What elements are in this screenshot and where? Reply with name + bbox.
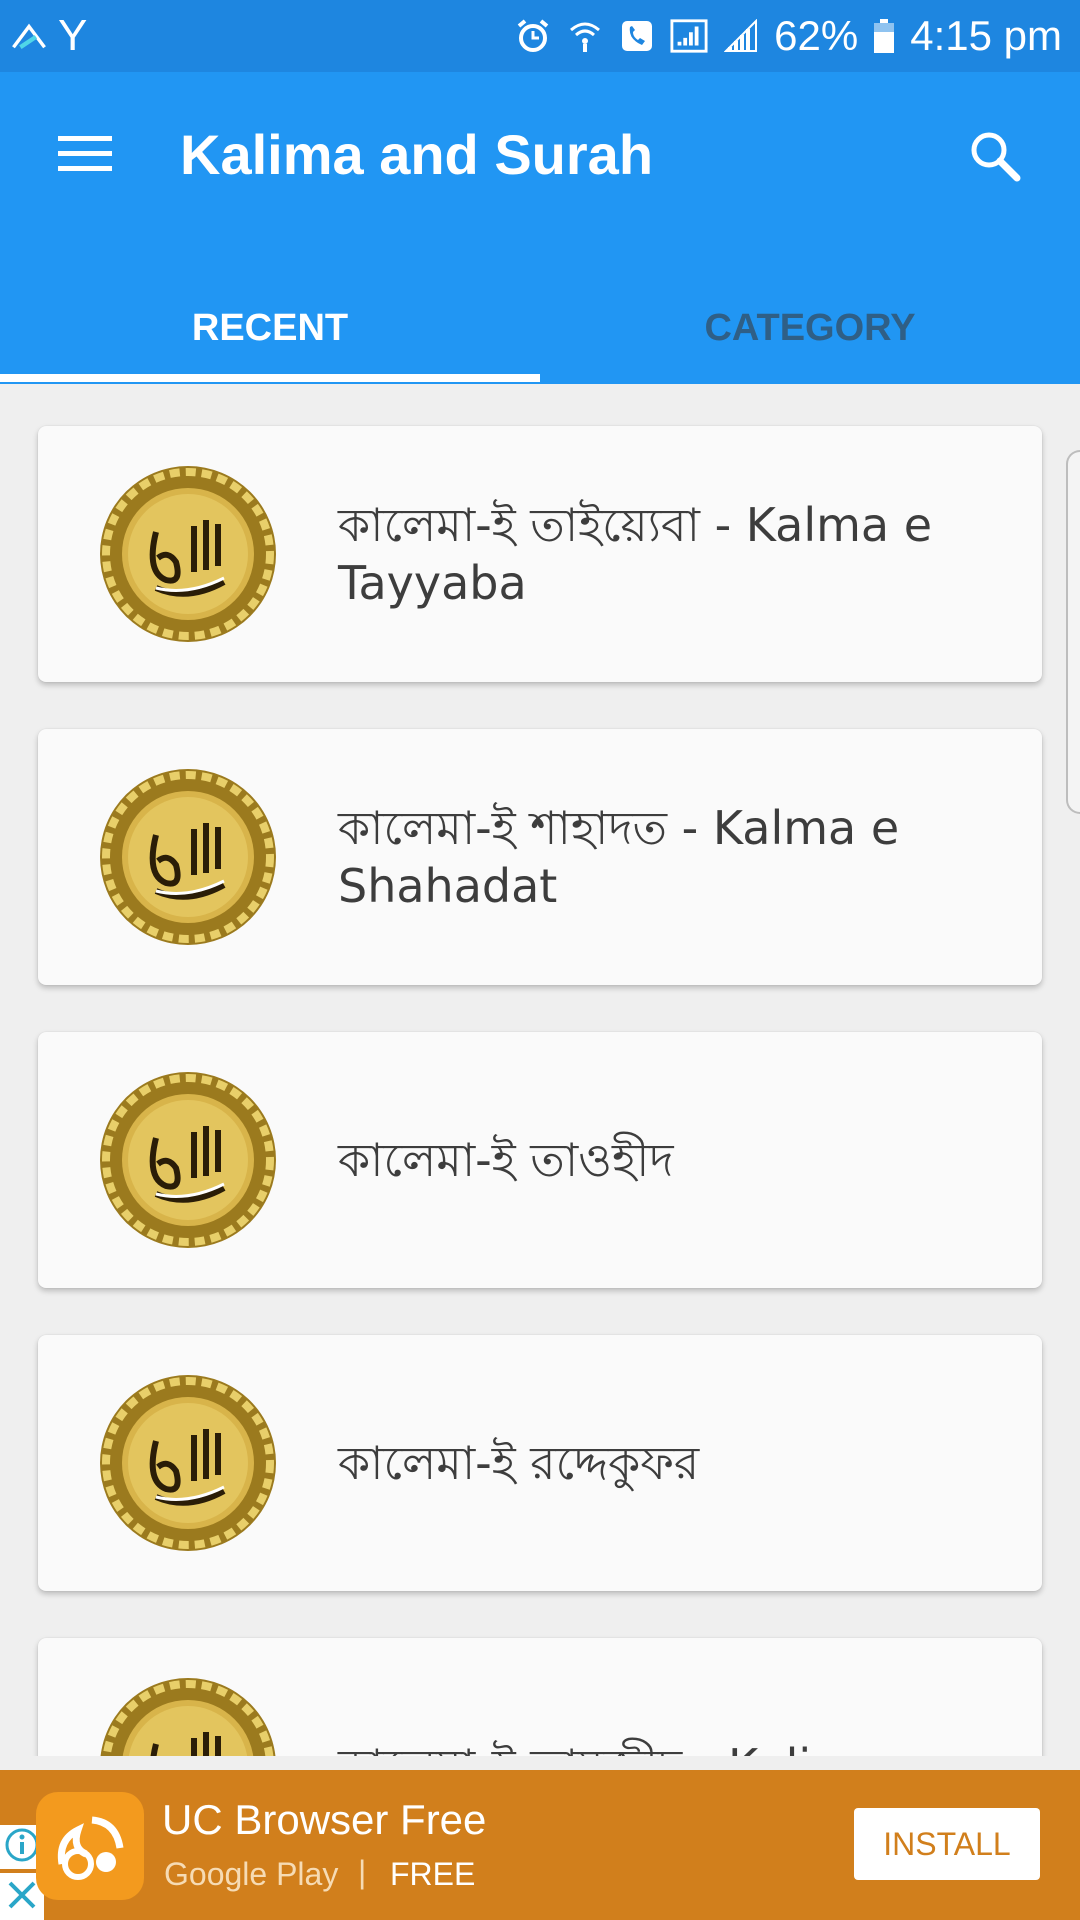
info-icon (4, 1827, 40, 1867)
kalima-medallion-icon (96, 765, 280, 949)
wifi-call-icon (566, 17, 604, 55)
phone-call-icon (618, 17, 656, 55)
item-title: কালেমা-ই রদ্দেকুফর (338, 1436, 700, 1490)
battery-icon (872, 17, 896, 55)
signal-bars-icon (722, 17, 760, 55)
list-item[interactable]: কালেমা-ই রদ্দেকুফর (38, 1335, 1042, 1591)
ad-store-label: Google Play (164, 1856, 339, 1892)
search-button[interactable] (955, 120, 1035, 196)
tab-category[interactable]: CATEGORY (540, 272, 1080, 384)
ad-app-name: UC Browser Free (162, 1796, 487, 1843)
ad-separator: | (358, 1854, 367, 1890)
list-item[interactable]: কালেমা-ই তাইয়্যেবা - Kalma e Tayyaba (38, 426, 1042, 682)
app-bar: Kalima and Surah RECENT CATEGORY (0, 72, 1080, 384)
kalima-medallion-icon (96, 1674, 280, 1756)
kalima-medallion-icon (96, 1371, 280, 1555)
kalima-list[interactable]: কালেমা-ই তাইয়্যেবা - Kalma e Tayyaba কা… (0, 384, 1080, 1756)
app-title: Kalima and Surah (180, 123, 654, 186)
close-icon (5, 1878, 39, 1916)
battery-percentage: 62% (774, 12, 859, 59)
clock: 4:15 pm (910, 12, 1062, 59)
status-bar: Y 62% 4:15 pm (0, 0, 1080, 72)
ad-price: FREE (390, 1856, 476, 1892)
y-notification-icon: Y (58, 11, 88, 60)
search-icon (967, 128, 1023, 188)
uc-browser-logo (36, 1792, 144, 1900)
ad-banner[interactable]: UC Browser Free Google Play | FREE INSTA… (0, 1770, 1080, 1920)
list-item[interactable]: কালেমা-ই তাওহীদ (38, 1032, 1042, 1288)
kalima-medallion-icon (96, 462, 280, 646)
item-title: কালেমা-ই তাইয়্যেবা - Kalma e Tayyaba (338, 498, 933, 610)
install-button[interactable]: INSTALL (854, 1808, 1040, 1880)
selected-tab-indicator (0, 374, 540, 382)
item-title: কালেমা-ই শাহাদত - Kalma e Shahadat (338, 801, 900, 913)
kalima-medallion-icon (96, 1068, 280, 1252)
scrollbar[interactable] (1066, 450, 1080, 814)
tab-recent[interactable]: RECENT (0, 272, 540, 384)
list-item[interactable]: কালেমা-ই শাহাদত - Kalma e Shahadat (38, 729, 1042, 985)
app-notification-icon (10, 17, 48, 55)
item-title: কালেমা-ই তামজীদ - Kalima (338, 1638, 998, 1756)
item-title: কালেমা-ই তাওহীদ (338, 1133, 674, 1187)
hamburger-menu-icon (56, 132, 114, 180)
list-item[interactable]: কালেমা-ই তামজীদ - Kalima (38, 1638, 1042, 1756)
signal-icon (670, 17, 708, 55)
alarm-icon (514, 17, 552, 55)
menu-button[interactable] (40, 120, 130, 192)
